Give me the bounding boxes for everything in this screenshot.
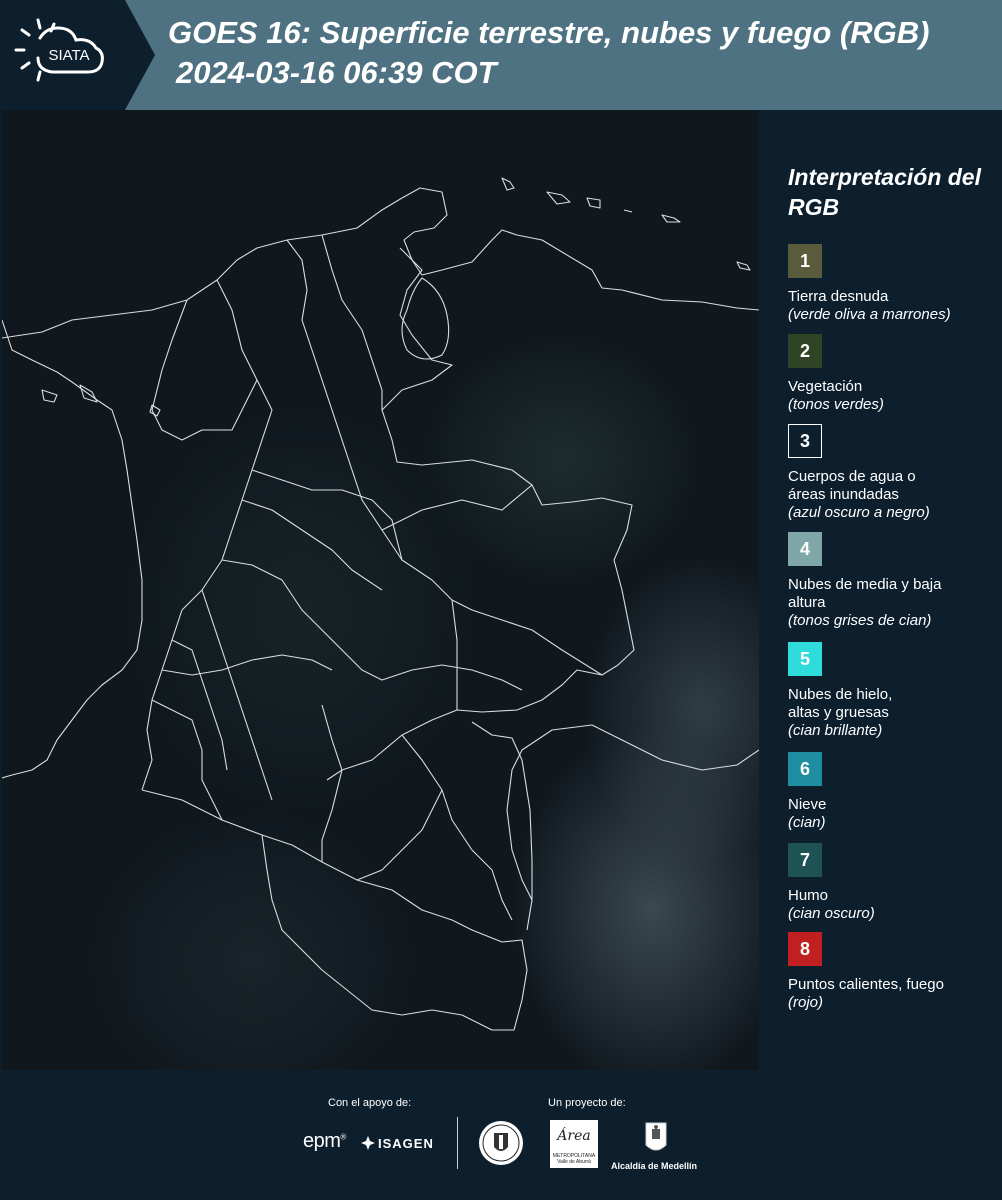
legend-label-6: Nieve — [788, 796, 827, 813]
legend-note-6: (cian) — [788, 814, 826, 831]
legend-note-2: (tonos verdes) — [788, 396, 884, 413]
timestamp-subtitle: 2024-03-16 06:39 COT — [176, 55, 497, 90]
legend-note-1: (verde oliva a marrones) — [788, 306, 951, 323]
footer-sponsors: Con el apoyo de: Un proyecto de: epm® IS… — [0, 1070, 1002, 1200]
legend-item-vegetation: 2 Vegetación (tonos verdes) — [788, 334, 1000, 414]
legend-item-smoke: 7 Humo (cian oscuro) — [788, 843, 1000, 923]
footer-divider — [457, 1117, 458, 1169]
epm-logo: epm® — [303, 1130, 346, 1152]
legend-title: Interpretación del RGB — [788, 164, 981, 220]
legend-item-snow: 6 Nieve (cian) — [788, 752, 1000, 832]
legend-swatch-1: 1 — [788, 244, 822, 278]
legend-label-1: Tierra desnuda — [788, 288, 889, 305]
legend-label-8: Puntos calientes, fuego — [788, 976, 944, 993]
legend-item-ice-clouds: 5 Nubes de hielo, altas y gruesas (cian … — [788, 642, 1000, 740]
logo-text: SIATA — [48, 47, 89, 64]
page-title: GOES 16: Superficie terrestre, nubes y f… — [168, 15, 930, 50]
support-label: Con el apoyo de: — [328, 1097, 412, 1109]
lake-maracaibo — [401, 277, 450, 360]
colombia-outline — [2, 187, 759, 339]
pacific-coast — [2, 319, 143, 779]
legend-swatch-6: 6 — [788, 752, 822, 786]
legend-swatch-2: 2 — [788, 334, 822, 368]
legend-label-2: Vegetación — [788, 378, 863, 395]
legend-label-4: Nubes de media y baja altura — [788, 576, 942, 611]
legend-label-7: Humo — [788, 887, 829, 904]
medellin-crest-icon — [645, 1122, 667, 1151]
header-bar: SIATA GOES 16: Superficie terrestre, nub… — [0, 0, 1002, 110]
legend-label-3: Cuerpos de agua o áreas inundadas — [788, 468, 916, 503]
legend-note-5: (cian brillante) — [788, 722, 883, 739]
legend-note-8: (rojo) — [788, 994, 824, 1011]
country-borders — [2, 177, 759, 1031]
legend-item-bare-soil: 1 Tierra desnuda (verde oliva a marrones… — [788, 244, 1000, 324]
legend-item-water: 3 Cuerpos de agua o áreas inundadas (azu… — [788, 424, 1000, 522]
legend-note-4: (tonos grises de cian) — [788, 612, 932, 629]
siata-logo: SIATA — [0, 0, 155, 110]
isagen-logo: ISAGEN — [360, 1133, 434, 1153]
legend-swatch-8: 8 — [788, 932, 822, 966]
legend-swatch-4: 4 — [788, 532, 822, 566]
legend-label-5: Nubes de hielo, altas y gruesas — [788, 686, 893, 721]
legend-swatch-7: 7 — [788, 843, 822, 877]
legend-item-fire: 8 Puntos calientes, fuego (rojo) — [788, 932, 1000, 1012]
alcaldia-medellin-label: Alcaldía de Medellín — [611, 1161, 698, 1171]
university-seal-icon — [479, 1121, 523, 1165]
legend-panel: Interpretación del RGB 1 Tierra desnuda … — [762, 110, 1002, 1070]
isagen-icon — [361, 1136, 375, 1150]
legend-note-7: (cian oscuro) — [788, 905, 875, 922]
legend-swatch-3: 3 — [788, 424, 822, 458]
area-metropolitana-logo: Área METROPOLITANA Valle de Aburrá — [550, 1120, 598, 1168]
legend-swatch-5: 5 — [788, 642, 822, 676]
satellite-map[interactable] — [2, 110, 759, 1070]
project-label: Un proyecto de: — [548, 1097, 626, 1109]
legend-item-low-clouds: 4 Nubes de media y baja altura (tonos gr… — [788, 532, 1000, 630]
brazil-border — [506, 724, 759, 901]
southern-border — [141, 789, 528, 1031]
department-lines — [141, 279, 273, 791]
legend-note-3: (azul oscuro a negro) — [788, 504, 930, 521]
venezuela-border — [326, 247, 635, 781]
